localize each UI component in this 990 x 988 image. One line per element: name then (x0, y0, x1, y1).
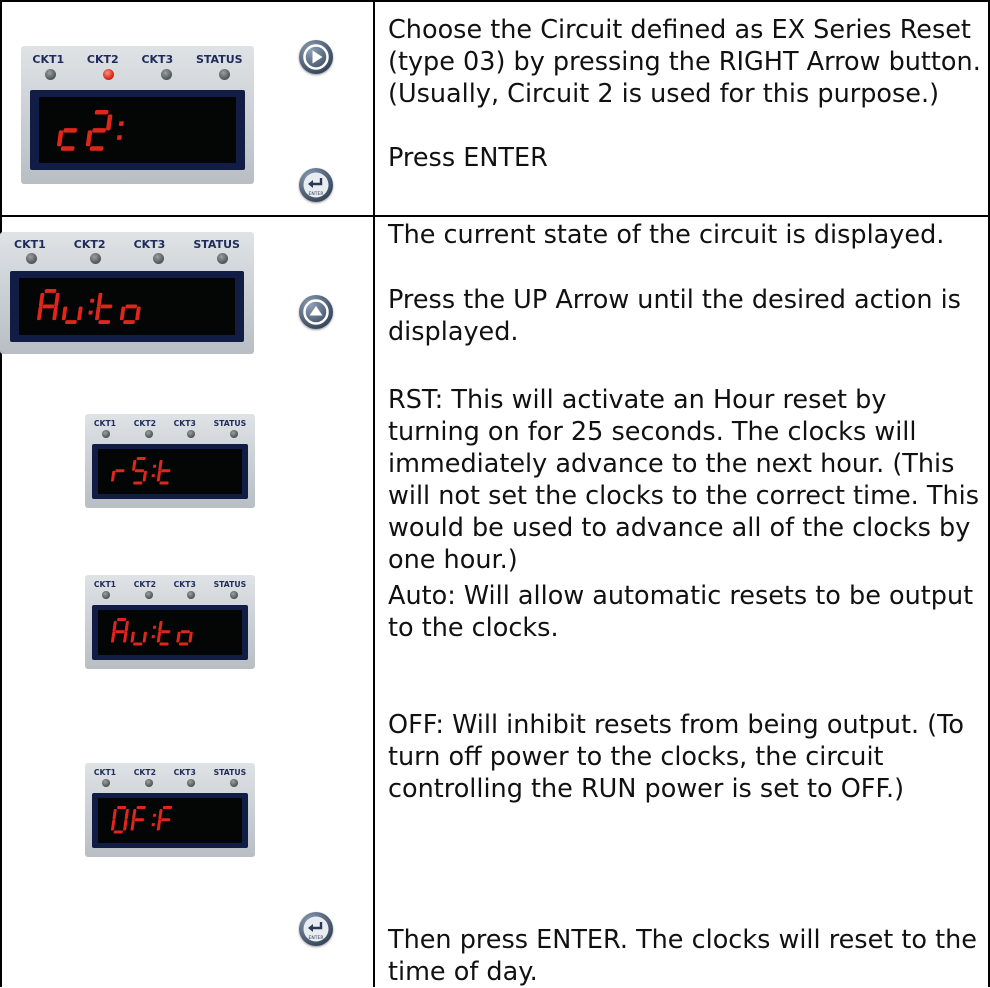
display-readout (37, 288, 141, 324)
circuit-label: STATUS (193, 238, 240, 252)
circuit-label: STATUS (213, 579, 247, 589)
led-off-indicator (89, 252, 101, 264)
circuit-label: STATUS (213, 767, 247, 777)
circuit-label: CKT3 (173, 767, 196, 777)
circuit-label: CKT2 (133, 767, 156, 777)
circuit-label: CKT3 (173, 418, 196, 428)
seven-segment-display (19, 278, 235, 335)
controller-display-panel-rst: CKT1 CKT2 CKT3 STATUS (85, 414, 255, 508)
circuit-labels: CKT1 CKT2 CKT3 STATUS (21, 53, 254, 66)
circuit-label: CKT1 (93, 767, 117, 777)
led-off-indicator (102, 778, 111, 787)
led-off-indicator (187, 429, 196, 438)
led-off-indicator (229, 429, 238, 438)
led-off-indicator (219, 69, 231, 81)
circuit-label: CKT1 (93, 418, 117, 428)
circuit-label: CKT3 (141, 52, 174, 66)
circuit-label: CKT1 (14, 238, 46, 252)
rst-text: RST: This will activate an Hour reset by… (388, 385, 979, 575)
led-off-indicator (144, 778, 153, 787)
led-off-indicator (229, 590, 238, 599)
svg-text:ENTER: ENTER (309, 191, 324, 197)
led-off-indicator (144, 429, 153, 438)
auto-text: Auto: Will allow automatic resets to be … (388, 581, 974, 643)
circuit-label: CKT2 (86, 52, 119, 66)
circuit-label: STATUS (213, 418, 247, 428)
circuit-label: CKT2 (133, 418, 156, 428)
svg-text:ENTER: ENTER (309, 935, 324, 941)
controller-display-panel-auto: CKT1 CKT2 CKT3 STATUS (85, 575, 255, 669)
display-bezel (91, 444, 249, 499)
led-off-indicator (26, 252, 38, 264)
led-off-indicator (102, 590, 111, 599)
status-leds (85, 590, 255, 599)
off-description: OFF: Will inhibit resets from being outp… (388, 709, 984, 805)
led-off-indicator (102, 429, 111, 438)
led-off-indicator (216, 252, 228, 264)
circuit-label: CKT2 (133, 579, 156, 589)
led-off-indicator (44, 69, 56, 81)
display-readout (110, 618, 193, 646)
circuit-label: CKT2 (73, 238, 106, 252)
row-divider (0, 215, 990, 217)
step-instructions: Choose the Circuit defined as EX Series … (388, 14, 984, 174)
press-enter-text: Press ENTER (388, 143, 548, 173)
circuit-labels: CKT1 CKT2 CKT3 STATUS (85, 580, 255, 589)
current-state-text: The current state of the circuit is disp… (388, 220, 945, 250)
display-bezel (91, 605, 249, 660)
status-leds (0, 252, 254, 264)
seven-segment-display (98, 610, 242, 655)
enter-button[interactable]: ENTER (299, 168, 333, 202)
circuit-labels: CKT1 CKT2 CKT3 STATUS (85, 768, 255, 777)
led-off-indicator (144, 590, 153, 599)
display-bezel (30, 90, 245, 171)
led-on-indicator (102, 69, 114, 81)
then-press-enter-text: Then press ENTER. The clocks will reset … (388, 925, 977, 987)
led-off-indicator (187, 590, 196, 599)
press-up-text: Press the UP Arrow until the desired act… (388, 285, 961, 347)
column-divider (373, 0, 375, 987)
status-leds (21, 69, 254, 81)
circuit-label: CKT3 (133, 238, 166, 252)
led-off-indicator (229, 778, 238, 787)
led-off-indicator (187, 778, 196, 787)
off-text: OFF: Will inhibit resets from being outp… (388, 710, 964, 804)
enter-button[interactable]: ENTER (299, 912, 333, 946)
up-arrow-button[interactable] (299, 295, 333, 329)
circuit-label: CKT1 (93, 579, 117, 589)
circuit-labels: CKT1 CKT2 CKT3 STATUS (0, 238, 254, 251)
auto-description: Auto: Will allow automatic resets to be … (388, 580, 984, 644)
status-leds (85, 778, 255, 787)
table-border-top (0, 0, 990, 2)
controller-display-panel: CKT1 CKT2 CKT3 STATUS (0, 232, 254, 354)
state-text: The current state of the circuit is disp… (388, 219, 984, 251)
led-off-indicator (153, 252, 165, 264)
circuit-labels: CKT1 CKT2 CKT3 STATUS (85, 419, 255, 428)
seven-segment-display (98, 449, 242, 494)
controller-display-panel-off: CKT1 CKT2 CKT3 STATUS (85, 763, 255, 857)
circuit-label: CKT3 (173, 579, 196, 589)
controller-display-panel: CKT1 CKT2 CKT3 STATUS (21, 46, 254, 184)
led-off-indicator (161, 69, 173, 81)
right-arrow-button[interactable] (299, 40, 333, 74)
display-readout (57, 109, 125, 151)
display-bezel (91, 793, 249, 848)
status-leds (85, 429, 255, 438)
up-arrow-text: Press the UP Arrow until the desired act… (388, 284, 984, 348)
right-arrow-icon (303, 44, 329, 70)
choose-circuit-text: Choose the Circuit defined as EX Series … (388, 15, 981, 109)
rst-description: RST: This will activate an Hour reset by… (388, 384, 984, 576)
display-readout (110, 806, 172, 834)
table-border-left (0, 0, 2, 987)
seven-segment-display (39, 97, 236, 163)
seven-segment-display (98, 798, 242, 843)
enter-icon: ENTER (303, 916, 329, 942)
display-bezel (10, 271, 244, 342)
display-readout (110, 457, 171, 485)
circuit-label: STATUS (195, 52, 243, 66)
enter-icon: ENTER (303, 172, 329, 198)
circuit-label: CKT1 (32, 52, 65, 66)
up-arrow-icon (303, 299, 329, 325)
enter-description: Then press ENTER. The clocks will reset … (388, 924, 984, 988)
